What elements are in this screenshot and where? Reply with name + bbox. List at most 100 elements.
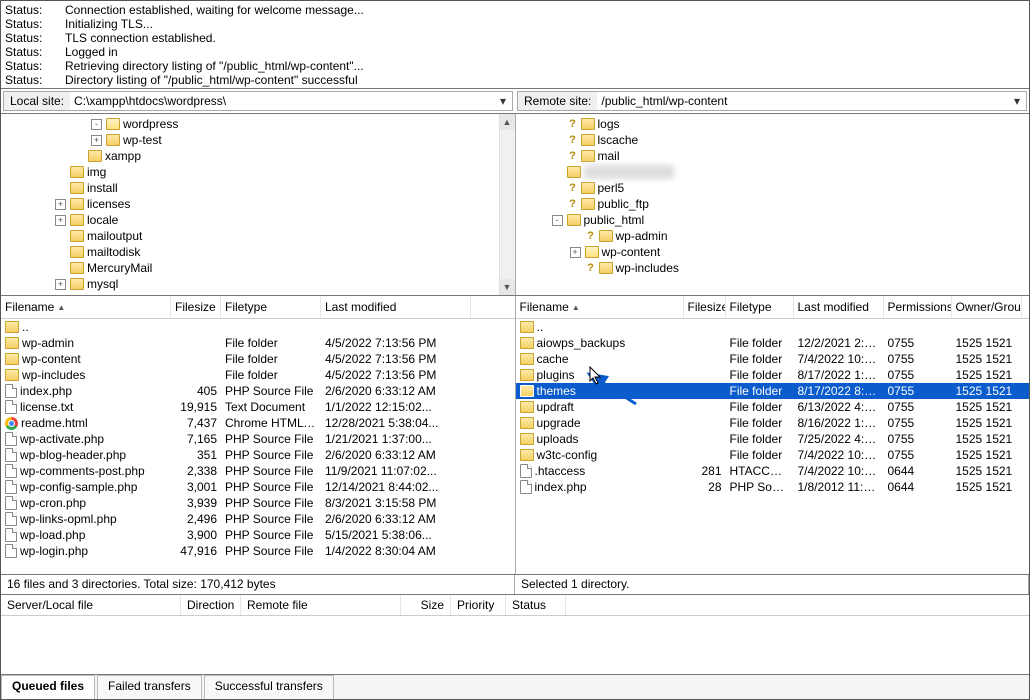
list-row[interactable]: wp-activate.php7,165PHP Source File1/21/… xyxy=(1,431,515,447)
tree-node[interactable]: -public_html xyxy=(516,212,1030,228)
folder-icon xyxy=(520,385,534,397)
tree-node[interactable]: +licenses xyxy=(1,196,515,212)
list-row[interactable]: wp-adminFile folder4/5/2022 7:13:56 PM xyxy=(1,335,515,351)
dropdown-icon[interactable]: ▾ xyxy=(494,94,512,108)
transfer-queue[interactable]: Server/Local fileDirectionRemote fileSiz… xyxy=(1,595,1029,675)
tree-node[interactable]: install xyxy=(1,180,515,196)
tree-node[interactable]: -wordpress xyxy=(1,116,515,132)
list-row[interactable]: wp-config-sample.php3,001PHP Source File… xyxy=(1,479,515,495)
remote-list-header[interactable]: Filename ▲FilesizeFiletypeLast modifiedP… xyxy=(516,296,1030,319)
dropdown-icon[interactable]: ▾ xyxy=(1008,94,1026,108)
expand-toggle[interactable]: + xyxy=(55,215,66,226)
list-row[interactable]: wp-cron.php3,939PHP Source File8/3/2021 … xyxy=(1,495,515,511)
list-row[interactable]: themesFile folder8/17/2022 8:55:...07551… xyxy=(516,383,1030,399)
tree-node[interactable]: img xyxy=(1,164,515,180)
queue-column-header[interactable]: Direction xyxy=(181,595,241,615)
list-row[interactable]: updraftFile folder6/13/2022 4:00:...0755… xyxy=(516,399,1030,415)
cell-name: wp-includes xyxy=(1,367,171,383)
remote-path-input[interactable] xyxy=(597,92,1008,110)
tree-node[interactable]: xampp xyxy=(1,148,515,164)
list-row[interactable]: wp-comments-post.php2,338PHP Source File… xyxy=(1,463,515,479)
queue-column-header[interactable]: Remote file xyxy=(241,595,401,615)
scroll-down-icon[interactable]: ▼ xyxy=(500,279,515,295)
queue-header[interactable]: Server/Local fileDirectionRemote fileSiz… xyxy=(1,595,1029,616)
expand-toggle[interactable]: - xyxy=(91,119,102,130)
list-row[interactable]: wp-blog-header.php351PHP Source File2/6/… xyxy=(1,447,515,463)
remote-path: Remote site: ▾ xyxy=(517,91,1027,111)
tree-node[interactable]: MercuryMail xyxy=(1,260,515,276)
list-row[interactable]: wp-login.php47,916PHP Source File1/4/202… xyxy=(1,543,515,559)
column-header[interactable]: Last modified xyxy=(321,296,471,318)
local-list-header[interactable]: Filename ▲FilesizeFiletypeLast modified xyxy=(1,296,515,319)
queue-tab[interactable]: Successful transfers xyxy=(204,675,334,699)
tree-node[interactable]: +locale xyxy=(1,212,515,228)
column-header[interactable]: Filename ▲ xyxy=(516,296,684,318)
queue-tab[interactable]: Failed transfers xyxy=(97,675,202,699)
list-row[interactable]: aiowps_backupsFile folder12/2/2021 2:09:… xyxy=(516,335,1030,351)
list-row[interactable]: uploadsFile folder7/25/2022 4:36:...0755… xyxy=(516,431,1030,447)
tree-node[interactable]: ?perl5 xyxy=(516,180,1030,196)
queue-column-header[interactable]: Priority xyxy=(451,595,506,615)
tree-node[interactable]: +wp-test xyxy=(1,132,515,148)
list-row[interactable]: w3tc-configFile folder7/4/2022 10:37:...… xyxy=(516,447,1030,463)
list-row[interactable]: wp-load.php3,900PHP Source File5/15/2021… xyxy=(1,527,515,543)
scroll-up-icon[interactable]: ▲ xyxy=(500,114,515,130)
cell-name: upgrade xyxy=(516,415,684,431)
file-icon xyxy=(5,496,17,510)
column-header[interactable]: Filetype xyxy=(726,296,794,318)
expand-toggle[interactable]: + xyxy=(91,135,102,146)
expand-toggle[interactable]: + xyxy=(55,199,66,210)
list-row[interactable]: readme.html7,437Chrome HTML Do...12/28/2… xyxy=(1,415,515,431)
column-header[interactable]: Permissions xyxy=(884,296,952,318)
queue-tab[interactable]: Queued files xyxy=(1,675,95,699)
column-header[interactable]: Filetype xyxy=(221,296,321,318)
expand-toggle[interactable]: + xyxy=(55,279,66,290)
tree-node[interactable]: mailtodisk xyxy=(1,244,515,260)
queue-column-header[interactable]: Server/Local file xyxy=(1,595,181,615)
list-row[interactable]: .. xyxy=(516,319,1030,335)
list-row[interactable]: upgradeFile folder8/16/2022 1:53:...0755… xyxy=(516,415,1030,431)
column-header[interactable]: Filesize xyxy=(171,296,221,318)
list-row[interactable]: index.php405PHP Source File2/6/2020 6:33… xyxy=(1,383,515,399)
list-row[interactable]: cacheFile folder7/4/2022 10:38:...075515… xyxy=(516,351,1030,367)
tree-node[interactable]: ?logs xyxy=(516,116,1030,132)
queue-column-header[interactable]: Size xyxy=(401,595,451,615)
tree-node[interactable]: ?wp-includes xyxy=(516,260,1030,276)
column-header[interactable]: Filesize xyxy=(684,296,726,318)
list-row[interactable]: pluginsFile folder8/17/2022 1:33:...0755… xyxy=(516,367,1030,383)
cell-name: .htaccess xyxy=(516,463,684,479)
tree-node[interactable]: ?public_ftp xyxy=(516,196,1030,212)
queue-column-header[interactable]: Status xyxy=(506,595,566,615)
remote-list-body[interactable]: ..aiowps_backupsFile folder12/2/2021 2:0… xyxy=(516,319,1030,574)
tree-node[interactable]: ?mail xyxy=(516,148,1030,164)
tree-node[interactable]: mailoutput xyxy=(1,228,515,244)
column-header[interactable]: Owner/Group xyxy=(952,296,1022,318)
scrollbar[interactable]: ▲ ▼ xyxy=(499,114,515,295)
list-row[interactable]: license.txt19,915Text Document1/1/2022 1… xyxy=(1,399,515,415)
tree-node[interactable]: hidden xyxy=(516,164,1030,180)
queue-body[interactable] xyxy=(1,616,1029,674)
local-list-body[interactable]: ..wp-adminFile folder4/5/2022 7:13:56 PM… xyxy=(1,319,515,574)
tree-node[interactable]: +mysql xyxy=(1,276,515,292)
remote-file-list[interactable]: Filename ▲FilesizeFiletypeLast modifiedP… xyxy=(516,296,1030,574)
tree-node[interactable]: ?lscache xyxy=(516,132,1030,148)
list-row[interactable]: index.php28PHP Sourc...1/8/2012 11:01:..… xyxy=(516,479,1030,495)
list-row[interactable]: .htaccess281HTACCESS ...7/4/2022 10:26:.… xyxy=(516,463,1030,479)
local-path-input[interactable] xyxy=(70,92,494,110)
cell: 4/5/2022 7:13:56 PM xyxy=(321,367,471,383)
list-row[interactable]: .. xyxy=(1,319,515,335)
list-row[interactable]: wp-contentFile folder4/5/2022 7:13:56 PM xyxy=(1,351,515,367)
local-file-list[interactable]: Filename ▲FilesizeFiletypeLast modified … xyxy=(1,296,516,574)
expand-toggle[interactable]: - xyxy=(552,215,563,226)
tree-node[interactable]: +wp-content xyxy=(516,244,1030,260)
list-row[interactable]: wp-includesFile folder4/5/2022 7:13:56 P… xyxy=(1,367,515,383)
column-header[interactable]: Last modified xyxy=(794,296,884,318)
cell: PHP Source File xyxy=(221,479,321,495)
expand-toggle[interactable]: + xyxy=(570,247,581,258)
folder-icon xyxy=(599,262,613,274)
list-row[interactable]: wp-links-opml.php2,496PHP Source File2/6… xyxy=(1,511,515,527)
tree-node[interactable]: ?wp-admin xyxy=(516,228,1030,244)
column-header[interactable]: Filename ▲ xyxy=(1,296,171,318)
remote-tree[interactable]: ?logs?lscache?mailhidden?perl5?public_ft… xyxy=(516,114,1030,295)
local-tree[interactable]: ▲ ▼ -wordpress+wp-testxamppimginstall+li… xyxy=(1,114,516,295)
